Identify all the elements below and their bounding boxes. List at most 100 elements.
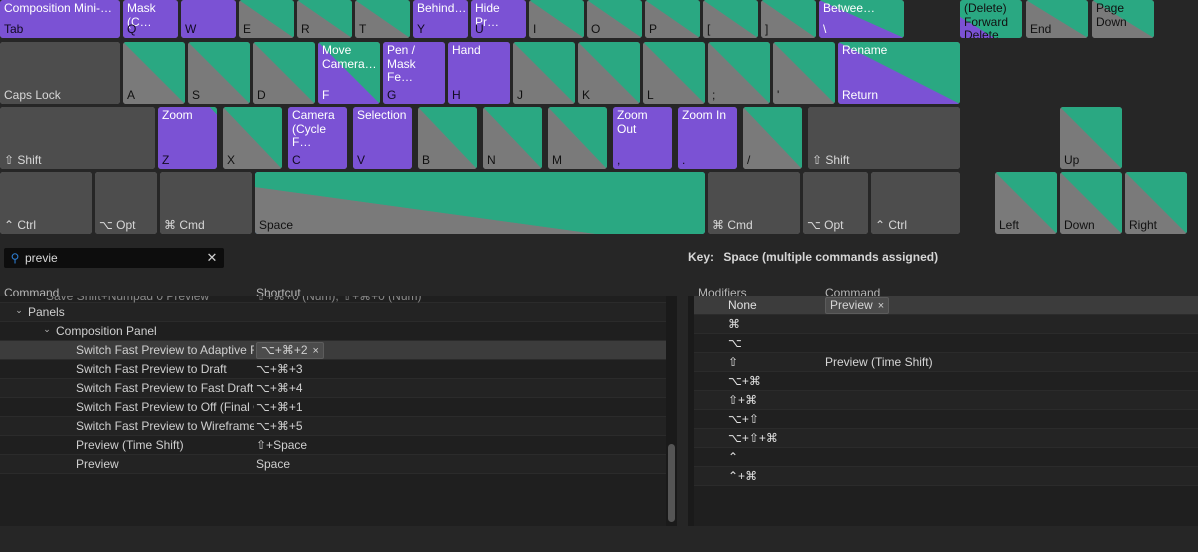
key-j[interactable]: J [513, 42, 575, 104]
disclosure-triangle-icon[interactable]: ⌄ [8, 305, 30, 316]
key-page-down[interactable]: Page Down [1092, 0, 1154, 38]
key-o-fill [587, 0, 642, 38]
key-n[interactable]: N [483, 107, 542, 169]
assigned-command: Preview (Time Shift) [825, 355, 933, 369]
key-bracket-right[interactable]: ] [761, 0, 816, 38]
key-k[interactable]: K [578, 42, 640, 104]
key-semicolon[interactable]: ; [708, 42, 770, 104]
disclosure-triangle-icon[interactable]: ⌄ [36, 324, 58, 335]
key-forward-delete[interactable]: (Delete) Forward Delete [960, 0, 1022, 38]
key-g[interactable]: Pen / Mask Fe… G [383, 42, 445, 104]
key-cmd-right[interactable]: ⌘ Cmd [708, 172, 800, 234]
key-period[interactable]: Zoom In. [678, 107, 737, 169]
key-ctrl-right[interactable]: ⌃ Ctrl [871, 172, 960, 234]
key-r-fill [297, 0, 352, 38]
key-b[interactable]: B [418, 107, 477, 169]
search-box[interactable]: ⚲ ✕ [4, 248, 224, 268]
row-preview-time-shift[interactable]: Preview (Time Shift) ⇧+Space [0, 436, 676, 455]
key-t[interactable]: T [355, 0, 410, 38]
key-ctrl-left[interactable]: ⌃ Ctrl [0, 172, 92, 234]
command-list[interactable]: Save Shift+Numpad 0 Preview ⇧+⌘+0 (Num), … [0, 296, 676, 526]
row-clipped[interactable]: Save Shift+Numpad 0 Preview ⇧+⌘+0 (Num), … [0, 296, 676, 303]
row-preview[interactable]: Preview Space [0, 455, 676, 474]
mrow-opt-shift[interactable]: ⌥+⇧ [694, 410, 1198, 429]
key-l[interactable]: L [643, 42, 705, 104]
key-e-fill [239, 0, 294, 38]
key-v[interactable]: Selection V [353, 107, 412, 169]
key-f-fill [318, 42, 380, 104]
remove-shortcut-icon[interactable]: × [313, 345, 319, 357]
key-y[interactable]: Behind… Y [413, 0, 468, 38]
row-off-final[interactable]: Switch Fast Preview to Off (Final Qu ⌥+⌘+… [0, 398, 676, 417]
key-d[interactable]: D [253, 42, 315, 104]
key-end[interactable]: End [1026, 0, 1088, 38]
assigned-command-chip[interactable]: Preview × [825, 297, 890, 314]
key-x[interactable]: X [223, 107, 282, 169]
shortcut-chip[interactable]: ⌥+⌘+2 × [256, 342, 324, 359]
row-group-panels[interactable]: ⌄ Panels [0, 303, 676, 322]
key-c[interactable]: Camera (Cycle F… C [288, 107, 347, 169]
key-p[interactable]: P [645, 0, 700, 38]
key-arrow-down[interactable]: Down [1060, 172, 1122, 234]
mrow-ctrl-cmd[interactable]: ⌃+⌘ [694, 467, 1198, 486]
key-shift-right[interactable]: ⇧ Shift [808, 107, 960, 169]
key-quote[interactable]: ' [773, 42, 835, 104]
key-s[interactable]: S [188, 42, 250, 104]
command-list-scrollbar[interactable] [668, 444, 675, 522]
keyboard-map[interactable]: Composition Mini-… Tab Mask (C… Q W E R T Behind… [0, 0, 1198, 240]
key-bracket-left[interactable]: [ [703, 0, 758, 38]
key-h[interactable]: Hand H [448, 42, 510, 104]
key-caps-lock[interactable]: Caps Lock [0, 42, 120, 104]
mrow-none[interactable]: None Preview × [694, 296, 1198, 315]
mrow-opt-cmd[interactable]: ⌥+⌘ [694, 372, 1198, 391]
key-opt-right[interactable]: ⌥ Opt [803, 172, 868, 234]
modifier-list-scroll-track[interactable] [688, 296, 694, 526]
key-q[interactable]: Mask (C… Q [123, 0, 178, 38]
key-label-value: Space (multiple commands assigned) [723, 250, 939, 264]
key-arrow-left[interactable]: Left [995, 172, 1057, 234]
clear-search-icon[interactable]: ✕ [201, 250, 223, 266]
key-space[interactable]: Space [255, 172, 705, 234]
key-i[interactable]: I [529, 0, 584, 38]
key-u[interactable]: Hide Pr… U [471, 0, 526, 38]
search-input[interactable] [25, 251, 201, 265]
key-o[interactable]: O [587, 0, 642, 38]
key-slash[interactable]: / [743, 107, 802, 169]
row-group-comp-panel[interactable]: ⌄ Composition Panel [0, 322, 676, 341]
row-draft[interactable]: Switch Fast Preview to Draft ⌥+⌘+3 [0, 360, 676, 379]
key-arrow-up[interactable]: Up [1060, 107, 1122, 169]
key-opt-right-fill [803, 172, 868, 234]
key-backslash[interactable]: Betwee… \ [819, 0, 904, 38]
row-wireframe[interactable]: Switch Fast Preview to Wireframe ⌥+⌘+5 [0, 417, 676, 436]
key-r[interactable]: R [297, 0, 352, 38]
key-w[interactable]: W [181, 0, 236, 38]
key-return[interactable]: Rename Return [838, 42, 960, 104]
key-m[interactable]: M [548, 107, 607, 169]
mrow-shift-cmd[interactable]: ⇧+⌘ [694, 391, 1198, 410]
key-f[interactable]: Move Camera… F [318, 42, 380, 104]
key-tab[interactable]: Composition Mini-… Tab [0, 0, 120, 38]
key-arrow-up-fill [1060, 107, 1122, 169]
remove-assignment-icon[interactable]: × [878, 300, 884, 312]
key-cmd-left[interactable]: ⌘ Cmd [160, 172, 252, 234]
key-opt-left[interactable]: ⌥ Opt [95, 172, 157, 234]
mrow-opt-shift-cmd[interactable]: ⌥+⇧+⌘ [694, 429, 1198, 448]
mrow-ctrl[interactable]: ⌃ [694, 448, 1198, 467]
key-a[interactable]: A [123, 42, 185, 104]
key-ctrl-left-fill [0, 172, 92, 234]
modifier-combo: ⌃+⌘ [728, 469, 758, 483]
key-shift-left[interactable]: ⇧ Shift [0, 107, 155, 169]
key-z[interactable]: Zoom Z [158, 107, 217, 169]
key-quote-fill [773, 42, 835, 104]
row-fast-draft[interactable]: Switch Fast Preview to Fast Draft ⌥+⌘+4 [0, 379, 676, 398]
shortcut-value: Space [256, 457, 291, 471]
shortcut-text: ⌥+⌘+1 [256, 400, 303, 414]
modifier-list[interactable]: None Preview × ⌘ ⌥ ⇧ Preview (Time Shift) ⌥+⌘ ⇧+… [694, 296, 1198, 526]
key-comma[interactable]: Zoom Out, [613, 107, 672, 169]
mrow-cmd[interactable]: ⌘ [694, 315, 1198, 334]
mrow-shift[interactable]: ⇧ Preview (Time Shift) [694, 353, 1198, 372]
key-e[interactable]: E [239, 0, 294, 38]
row-adaptive-res[interactable]: Switch Fast Preview to Adaptive Res ⌥+⌘+2… [0, 341, 676, 360]
key-arrow-right[interactable]: Right [1125, 172, 1187, 234]
mrow-opt[interactable]: ⌥ [694, 334, 1198, 353]
